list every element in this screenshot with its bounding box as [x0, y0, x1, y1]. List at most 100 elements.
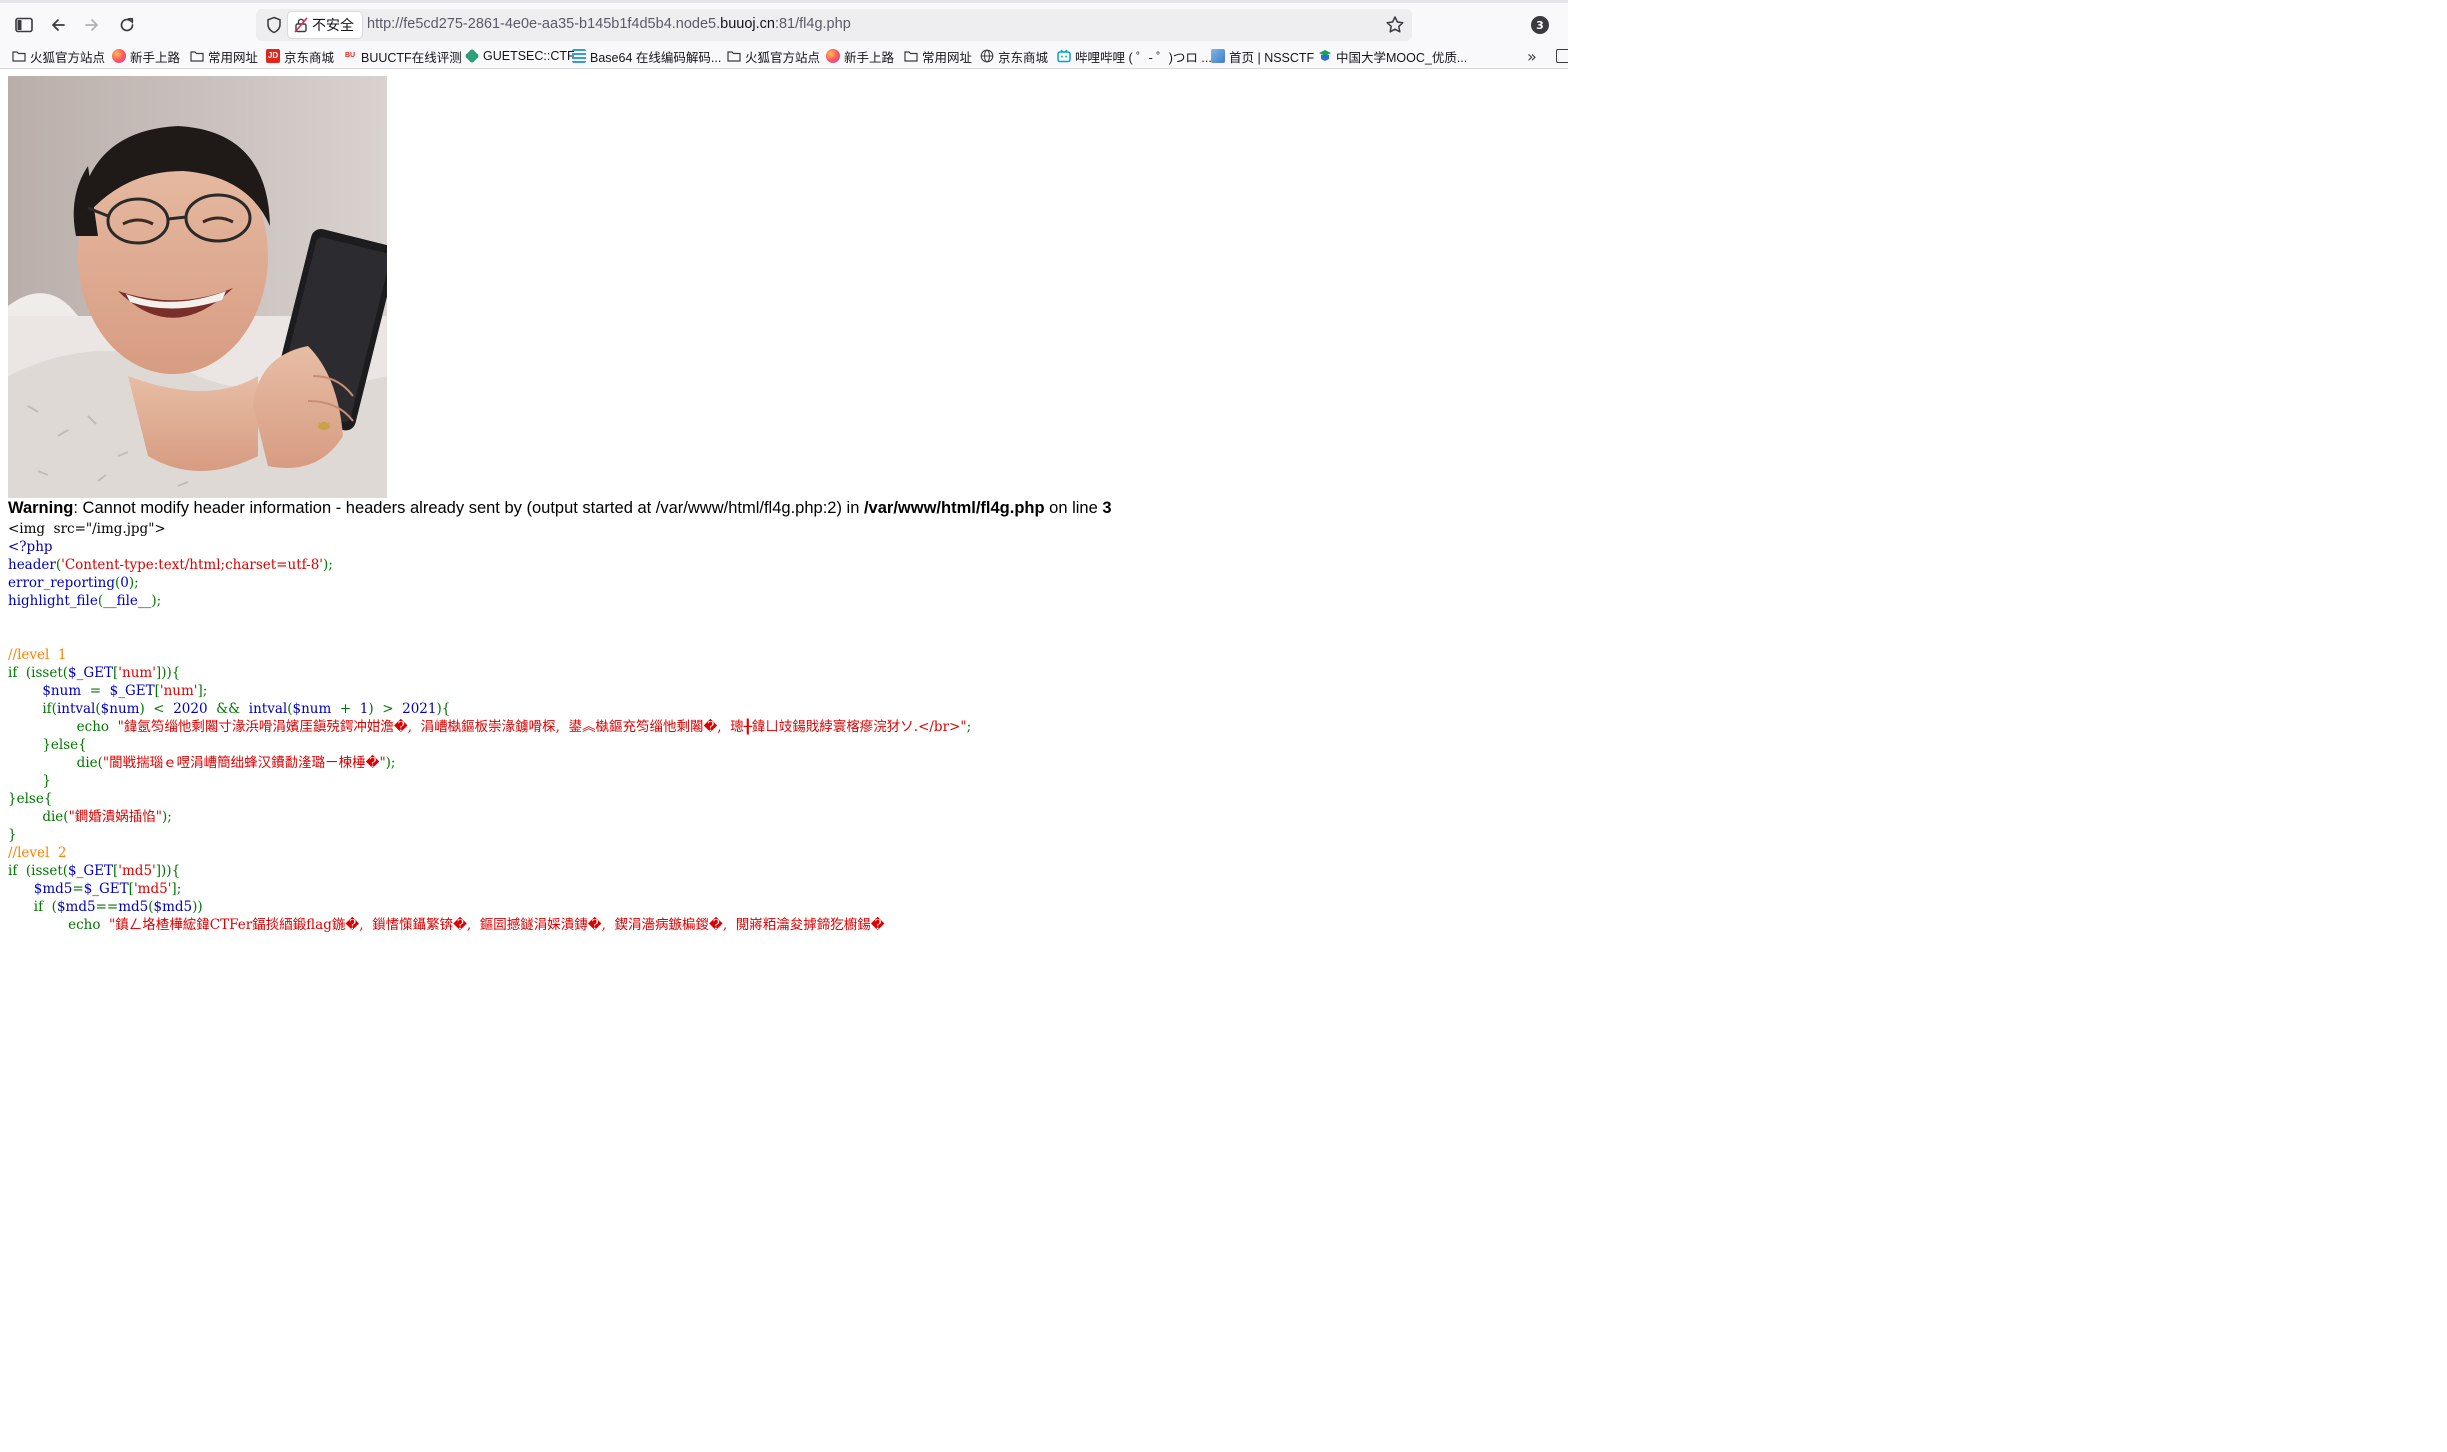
security-label: 不安全 [312, 18, 354, 34]
back-icon[interactable] [44, 11, 72, 39]
code-line: } [8, 772, 971, 790]
bookmark-label: GUETSEC::CTF [483, 49, 575, 63]
bookmark-item[interactable]: 火狐官方站点 [12, 46, 105, 66]
warning-message: : Cannot modify header information - hea… [73, 499, 864, 517]
forward-icon[interactable] [78, 11, 106, 39]
code-token: $num [42, 683, 90, 699]
code-token: echo [68, 917, 110, 933]
bookmark-item[interactable]: BU BUUCTF在线评测 [343, 46, 462, 66]
code-token: die( [42, 809, 69, 825]
bookmark-label: 京东商城 [998, 50, 1049, 65]
code-line: highlight_file(__file__); [8, 592, 971, 610]
bookmark-item[interactable]: Base64 在线编码解码... [572, 46, 721, 66]
code-token: $_GET [109, 683, 155, 699]
warning-label: Warning [8, 499, 74, 517]
code-line: $md5=$_GET['md5']; [8, 880, 971, 898]
warning-file: /var/www/html/fl4g.php [863, 499, 1045, 517]
code-token: } [42, 773, 51, 789]
code-token: 'Content-type:text/html;charset=utf-8' [61, 557, 323, 573]
bookmark-label: 常用网址 [208, 50, 259, 65]
code-token: //level 1 [8, 647, 67, 663]
code-token: = [72, 881, 84, 897]
bookmark-label: 中国大学MOOC_优质... [1336, 50, 1468, 65]
guetsec-icon [464, 48, 480, 64]
code-line: } [8, 826, 971, 844]
code-line: die("閬戦揣瑙ｅ喅涓嶆簡绌蜂汉鐨勫湰璐ㄧ楝棰�"); [8, 754, 971, 772]
sidebar-toggle-icon[interactable] [10, 11, 38, 39]
bookmark-label: 火狐官方站点 [30, 50, 106, 65]
tracking-shield-icon[interactable] [264, 15, 284, 35]
code-token: $num [292, 701, 340, 717]
code-token: )) [192, 899, 203, 915]
bookmark-item[interactable]: 火狐官方站点 [727, 46, 820, 66]
code-token: ; [966, 719, 972, 735]
reload-icon[interactable] [113, 11, 141, 39]
code-token: ); [128, 575, 139, 591]
code-token: intval [56, 701, 96, 717]
url-text[interactable]: http://fe5cd275-2861-4e0e-aa35-b145b1f4d… [367, 16, 851, 32]
code-token: md5 [118, 899, 149, 915]
bookmarks-toolbar: 火狐官方站点 新手上路 常用网址 JD 京东商城 BU BUUCTF在线评测 G… [0, 44, 1568, 69]
bookmark-label: 哔哩哔哩 ( ゜- ゜)つロ ... [1075, 50, 1212, 65]
code-token: <img src="/img.jpg"> [8, 521, 166, 537]
bookmark-item[interactable]: 新手上路 [826, 46, 894, 66]
bookmark-item[interactable]: 京东商城 [980, 46, 1048, 66]
code-token: $num [100, 701, 140, 717]
code-token: highlight_file [8, 593, 98, 609]
insecure-connection-chip[interactable]: 不安全 [288, 12, 362, 38]
code-token: = [89, 683, 110, 699]
bookmark-label: 首页 | NSSCTF [1229, 50, 1315, 65]
code-token: ); [385, 755, 396, 771]
code-token: if( [42, 701, 57, 717]
code-token: $md5 [33, 881, 73, 897]
bookmark-item[interactable]: JD 京东商城 [266, 46, 334, 66]
bookmark-item[interactable]: 中国大学MOOC_优质... [1318, 46, 1467, 66]
buuctf-icon: BU [344, 52, 356, 59]
code-token: ) > [368, 701, 403, 717]
firefox-icon [826, 49, 840, 63]
code-token: "鎮ㄥ垎楂樺綋鍏CTFer鍢掞綇鍛flag鍦�, 鎻愭憡鑷繁锛�, 鏂囩撼鐩涓婇… [109, 917, 885, 933]
bookmark-label: 新手上路 [844, 50, 895, 65]
code-token: (isset( [25, 863, 69, 879]
bookmark-item[interactable]: 哔哩哔哩 ( ゜- ゜)つロ ... [1057, 46, 1212, 66]
bookmark-item[interactable]: GUETSEC::CTF [464, 46, 575, 66]
code-token: error_reporting [8, 575, 115, 591]
bookmark-item[interactable]: 常用网址 [904, 46, 972, 66]
code-line: header('Content-type:text/html;charset=u… [8, 556, 971, 574]
base64-icon [572, 49, 586, 63]
broken-lock-icon [294, 17, 308, 33]
folder-icon [904, 51, 918, 62]
folder-icon [190, 51, 204, 62]
code-token: 'num' [159, 683, 198, 699]
code-token: }else{ [42, 737, 87, 753]
code-token: + [339, 701, 360, 717]
more-bookmarks-icon[interactable]: » [1527, 47, 1537, 66]
bookmark-item[interactable]: 常用网址 [190, 46, 258, 66]
warning-line-number: 3 [1102, 499, 1112, 517]
code-token: <?php [8, 539, 53, 555]
code-token: $md5 [153, 899, 193, 915]
code-token: header [8, 557, 56, 573]
globe-icon [980, 49, 994, 63]
extensions-badge[interactable]: 3 [1531, 16, 1549, 34]
other-bookmarks-icon[interactable] [1556, 49, 1568, 63]
bookmark-item[interactable]: 新手上路 [112, 46, 180, 66]
url-prefix: http://fe5cd275-2861-4e0e-aa35-b145b1f4d… [367, 16, 721, 32]
bookmark-item[interactable]: 首页 | NSSCTF [1211, 46, 1314, 66]
jd-icon: JD [266, 49, 280, 63]
code-token: 2021 [402, 701, 437, 717]
code-token: $md5 [56, 899, 96, 915]
url-suffix: :81/fl4g.php [774, 16, 851, 32]
code-line: die("鐧婚潰娲插惂"); [8, 808, 971, 826]
bookmark-star-icon[interactable] [1384, 14, 1406, 36]
address-bar[interactable]: 不安全 http://fe5cd275-2861-4e0e-aa35-b145b… [256, 9, 1412, 41]
highlighted-php-source: <img src="/img.jpg"> <?php header('Content… [8, 520, 971, 934]
code-token: ])){ [155, 863, 181, 879]
